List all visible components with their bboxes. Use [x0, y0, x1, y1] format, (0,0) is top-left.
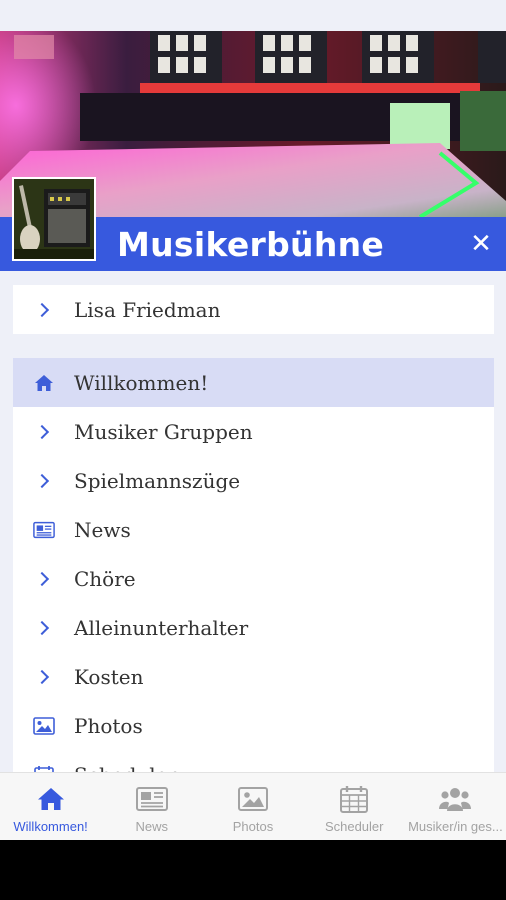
- menu-item-kosten[interactable]: Kosten: [13, 652, 494, 701]
- menu-item-choere[interactable]: Chöre: [13, 554, 494, 603]
- close-icon[interactable]: ✕: [466, 229, 496, 259]
- tab-label: Scheduler: [324, 819, 384, 834]
- menu-item-spielmannszuege[interactable]: Spielmannszüge: [13, 456, 494, 505]
- home-icon: [33, 358, 55, 407]
- status-bar: [0, 0, 506, 31]
- chevron-right-icon: [33, 554, 55, 603]
- menu-item-label: News: [74, 517, 131, 542]
- app-title: Musikerbühne: [117, 225, 385, 264]
- calendar-icon: [338, 785, 370, 813]
- avatar: [12, 177, 96, 261]
- menu-item-alleinunterhalter[interactable]: Alleinunterhalter: [13, 603, 494, 652]
- bottom-navigation: Willkommen! News Photos Scheduler Musike…: [0, 772, 506, 840]
- chevron-right-icon: [33, 285, 55, 334]
- menu-item-label: Photos: [74, 713, 143, 738]
- chevron-right-icon: [33, 407, 55, 456]
- newspaper-icon: [33, 505, 55, 554]
- menu-item-photos[interactable]: Photos: [13, 701, 494, 750]
- tab-news[interactable]: News: [101, 773, 202, 840]
- menu-item-label: Chöre: [74, 566, 136, 591]
- menu-item-label: Alleinunterhalter: [74, 615, 249, 640]
- image-icon: [33, 701, 55, 750]
- side-menu: Willkommen! Musiker Gruppen Spielmannszü…: [13, 358, 494, 778]
- image-icon: [237, 785, 269, 813]
- tab-musiker-gesucht[interactable]: Musiker/in ges...: [405, 773, 506, 840]
- chevron-right-icon: [33, 603, 55, 652]
- tab-label: Willkommen!: [13, 819, 88, 834]
- menu-item-news[interactable]: News: [13, 505, 494, 554]
- tab-label: Photos: [232, 819, 274, 834]
- menu-item-label: Kosten: [74, 664, 144, 689]
- users-icon: [439, 785, 472, 813]
- tab-scheduler[interactable]: Scheduler: [304, 773, 405, 840]
- menu-item-musiker-gruppen[interactable]: Musiker Gruppen: [13, 407, 494, 456]
- user-name: Lisa Friedman: [74, 297, 221, 322]
- tab-label: News: [135, 819, 169, 834]
- app-screen: Musikerbühne ✕ Lisa Friedman Willkommen!…: [0, 0, 506, 840]
- newspaper-icon: [135, 785, 168, 813]
- home-icon: [35, 785, 67, 813]
- tab-label: Musiker/in ges...: [408, 819, 503, 834]
- menu-item-label: Willkommen!: [74, 370, 209, 395]
- chevron-right-icon: [33, 652, 55, 701]
- menu-item-label: Musiker Gruppen: [74, 419, 253, 444]
- tab-photos[interactable]: Photos: [202, 773, 303, 840]
- user-profile-row[interactable]: Lisa Friedman: [13, 285, 494, 334]
- menu-item-label: Spielmannszüge: [74, 468, 241, 493]
- chevron-right-icon: [33, 456, 55, 505]
- tab-willkommen[interactable]: Willkommen!: [0, 773, 101, 840]
- menu-item-willkommen[interactable]: Willkommen!: [13, 358, 494, 407]
